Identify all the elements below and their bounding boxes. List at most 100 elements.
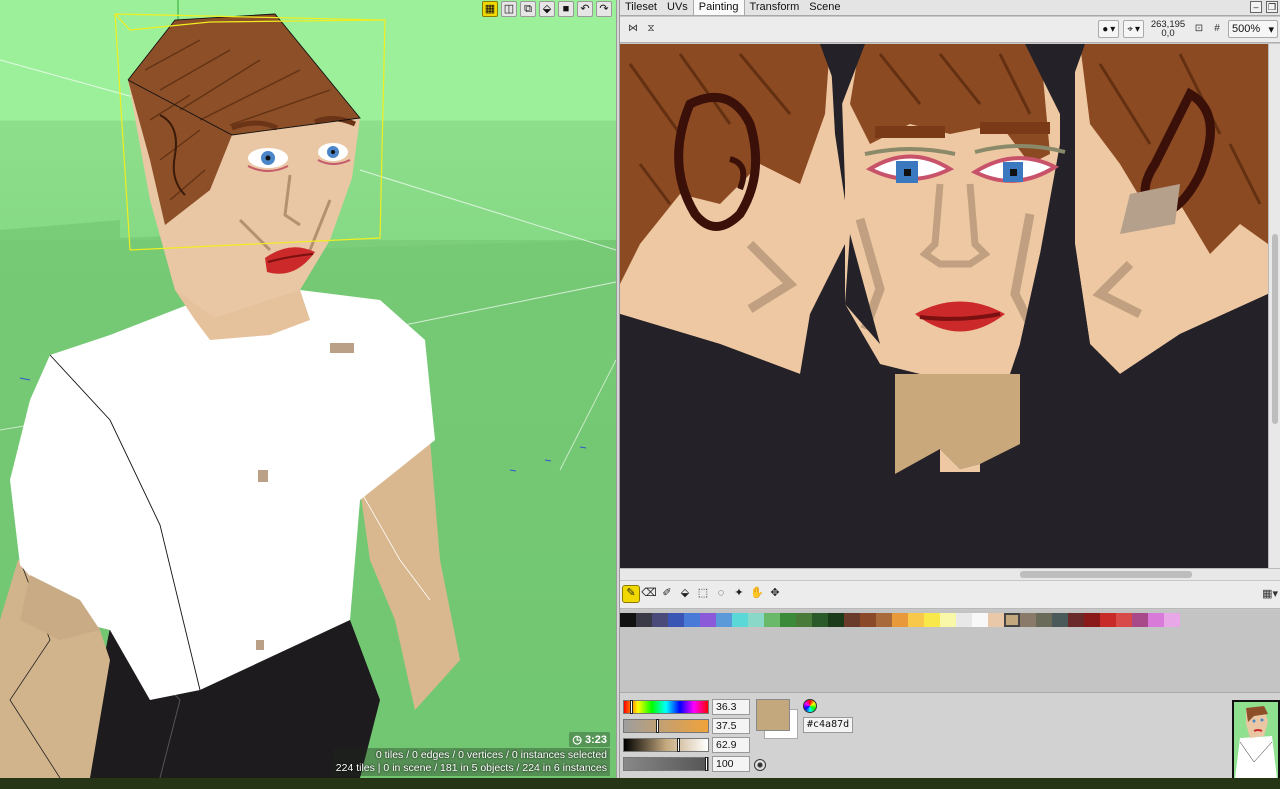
fit-view-icon[interactable]: ⊡ (1192, 22, 1206, 36)
zoom-value: 500% (1232, 23, 1261, 35)
grid-toggle-icon[interactable]: # (1210, 22, 1224, 36)
eraser-icon[interactable]: ⌫ (641, 586, 657, 602)
brush-icon[interactable]: ✐ (659, 586, 675, 602)
canvas-vertical-scrollbar[interactable] (1268, 44, 1280, 568)
tab-scene[interactable]: Scene (804, 0, 845, 15)
palette-swatch[interactable] (796, 613, 812, 627)
palette-swatch[interactable] (908, 613, 924, 627)
eyedropper-target-icon[interactable] (754, 759, 766, 771)
color-editor: 36.3 37.5 62.9 100 #c4a87d (620, 692, 1280, 778)
saturation-slider[interactable] (623, 719, 709, 733)
magic-wand-icon[interactable]: ✦ (731, 586, 747, 602)
palette-swatch[interactable] (1116, 613, 1132, 627)
alpha-slider[interactable] (623, 757, 709, 771)
model-thumbnail[interactable] (1232, 700, 1280, 789)
palette-swatch[interactable] (780, 613, 796, 627)
hue-knob[interactable] (630, 700, 633, 714)
alpha-knob[interactable] (705, 757, 708, 771)
symmetry-dropdown[interactable]: ⌖ ▾ (1123, 20, 1144, 38)
cube-icon[interactable]: ◫ (501, 1, 517, 17)
saturation-knob[interactable] (656, 719, 659, 733)
palette-swatch[interactable] (1084, 613, 1100, 627)
palette-swatch[interactable] (1020, 613, 1036, 627)
detach-icon[interactable]: ❐ (1266, 1, 1278, 13)
palette-swatch[interactable] (1132, 613, 1148, 627)
brush-shape-dropdown[interactable]: ● ▾ (1098, 20, 1120, 38)
palette-swatch[interactable] (668, 613, 684, 627)
paint-tools: ✎ ⌫ ✐ ⬙ ⬚ ◌ ✦ ✋ ✥ (622, 585, 783, 603)
lasso-icon[interactable]: ◌ (713, 586, 729, 602)
paint-bucket-icon[interactable]: ⬙ (539, 1, 555, 17)
color-wheel-icon[interactable] (803, 699, 817, 713)
flip-tools: ⋈ ⧖ (626, 22, 658, 36)
app-window: ▦ ◫ ⧉ ⬙ ■ ↶ ↷ ◷ 3:23 0 tiles / 0 edges /… (0, 0, 1280, 789)
saturation-field[interactable]: 37.5 (712, 718, 750, 734)
flip-vertical-icon[interactable]: ⧖ (644, 22, 658, 36)
palette-swatch[interactable] (1100, 613, 1116, 627)
horizontal-scroll-thumb[interactable] (1020, 571, 1192, 578)
palette-swatch[interactable] (1052, 613, 1068, 627)
value-field[interactable]: 62.9 (712, 737, 750, 753)
texture-image (620, 44, 1268, 568)
rect-select-icon[interactable]: ⬚ (695, 586, 711, 602)
palette-swatch[interactable] (652, 613, 668, 627)
hand-icon[interactable]: ✋ (749, 586, 765, 602)
palette-swatch[interactable] (1004, 613, 1020, 627)
palette-swatch[interactable] (620, 613, 636, 627)
grid-icon[interactable]: ▦ (482, 1, 498, 17)
primary-color-swatch[interactable] (756, 699, 790, 731)
palette-swatch[interactable] (812, 613, 828, 627)
fill-icon[interactable]: ⬙ (677, 586, 693, 602)
palette-swatch[interactable] (1068, 613, 1084, 627)
palette-swatch[interactable] (828, 613, 844, 627)
flip-horizontal-icon[interactable]: ⋈ (626, 22, 640, 36)
crosshair-icon: ⌖ (1127, 23, 1133, 35)
palette-swatch[interactable] (732, 613, 748, 627)
alpha-field[interactable]: 100 (712, 756, 750, 772)
palette-swatch[interactable] (876, 613, 892, 627)
minimize-icon[interactable]: – (1250, 1, 1262, 13)
palette-swatch[interactable] (940, 613, 956, 627)
move-icon[interactable]: ✥ (767, 586, 783, 602)
palette-swatch[interactable] (924, 613, 940, 627)
palette-swatch[interactable] (892, 613, 908, 627)
pencil-icon[interactable]: ✎ (622, 585, 640, 603)
chevron-down-icon: ▾ (1272, 588, 1278, 600)
painting-toolbar-right: ● ▾ ⌖ ▾ 263,195 0,0 ⊡ # 500% ▾ (1098, 20, 1278, 38)
palette-menu-button[interactable]: ▦▾ (1262, 587, 1278, 600)
palette-swatch[interactable] (700, 613, 716, 627)
palette-swatch[interactable] (716, 613, 732, 627)
palette-swatch[interactable] (684, 613, 700, 627)
3d-viewport[interactable]: ▦ ◫ ⧉ ⬙ ■ ↶ ↷ ◷ 3:23 0 tiles / 0 edges /… (0, 0, 616, 778)
undo-icon[interactable]: ↶ (577, 1, 593, 17)
palette-swatch[interactable] (1164, 613, 1180, 627)
value-knob[interactable] (677, 738, 680, 752)
palette-swatch[interactable] (1148, 613, 1164, 627)
palette-swatch[interactable] (764, 613, 780, 627)
canvas-horizontal-scrollbar[interactable] (620, 568, 1280, 580)
palette-swatch[interactable] (972, 613, 988, 627)
tab-uvs[interactable]: UVs (662, 0, 693, 15)
value-slider[interactable] (623, 738, 709, 752)
palette-swatch[interactable] (844, 613, 860, 627)
tab-tileset[interactable]: Tileset (620, 0, 662, 15)
redo-icon[interactable]: ↷ (596, 1, 612, 17)
zoom-dropdown[interactable]: 500% ▾ (1228, 20, 1278, 38)
tab-painting[interactable]: Painting (692, 0, 745, 15)
saturation-row: 37.5 (623, 718, 750, 734)
square-icon[interactable]: ■ (558, 1, 574, 17)
palette-swatch[interactable] (748, 613, 764, 627)
vertical-scroll-thumb[interactable] (1272, 234, 1278, 424)
palette-swatch[interactable] (636, 613, 652, 627)
hue-field[interactable]: 36.3 (712, 699, 750, 715)
texture-canvas[interactable] (620, 44, 1268, 568)
chevron-down-icon: ▾ (1110, 23, 1116, 35)
palette-swatch[interactable] (860, 613, 876, 627)
palette-swatch[interactable] (1036, 613, 1052, 627)
tab-transform[interactable]: Transform (745, 0, 805, 15)
palette-swatch[interactable] (988, 613, 1004, 627)
layers-icon[interactable]: ⧉ (520, 1, 536, 17)
hue-slider[interactable] (623, 700, 709, 714)
hex-color-field[interactable]: #c4a87d (803, 717, 853, 733)
palette-swatch[interactable] (956, 613, 972, 627)
